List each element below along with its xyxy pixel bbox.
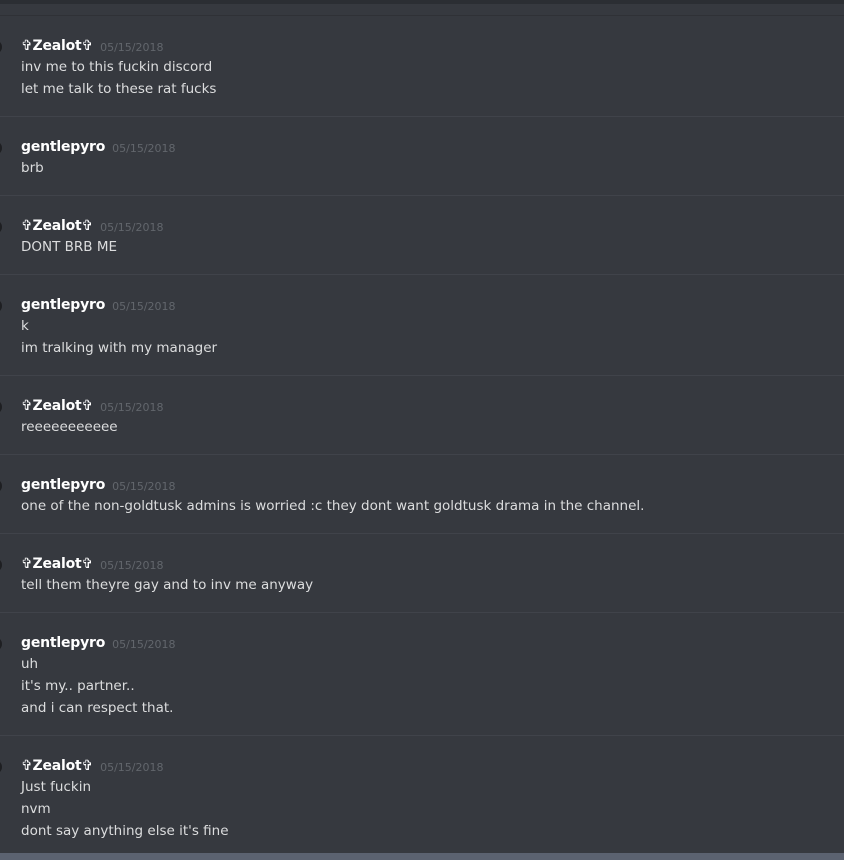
avatar[interactable] xyxy=(0,400,2,414)
timestamp: 05/15/2018 xyxy=(100,220,164,234)
message-group: gentlepyro 05/15/2018 one of the non-gol… xyxy=(0,455,844,534)
username[interactable]: ✞Zealot✞ xyxy=(21,398,93,414)
message-group: ✞Zealot✞ 05/15/2018 inv me to this fucki… xyxy=(0,16,844,117)
message-header: ✞Zealot✞ 05/15/2018 xyxy=(21,756,844,776)
avatar[interactable] xyxy=(0,558,2,572)
top-divider xyxy=(0,0,844,16)
message-group: ✞Zealot✞ 05/15/2018 DONT BRB ME xyxy=(0,196,844,275)
message-header: gentlepyro 05/15/2018 xyxy=(21,475,844,495)
message-header: gentlepyro 05/15/2018 xyxy=(21,633,844,653)
message-header: ✞Zealot✞ 05/15/2018 xyxy=(21,36,844,56)
avatar[interactable] xyxy=(0,760,2,774)
timestamp: 05/15/2018 xyxy=(112,141,176,155)
message-header: gentlepyro 05/15/2018 xyxy=(21,137,844,157)
message-text: DONT BRB ME xyxy=(21,239,118,255)
message-text: tell them theyre gay and to inv me anywa… xyxy=(21,577,314,593)
message-text: Just fuckin xyxy=(21,779,92,795)
message-text: k xyxy=(21,318,29,334)
username[interactable]: ✞Zealot✞ xyxy=(21,218,93,234)
message-text: inv me to this fuckin discord xyxy=(21,59,213,75)
username[interactable]: ✞Zealot✞ xyxy=(21,758,93,774)
message-group: ✞Zealot✞ 05/15/2018 reeeeeeeeeee xyxy=(0,376,844,455)
message-header: ✞Zealot✞ 05/15/2018 xyxy=(21,216,844,236)
message-text: nvm xyxy=(21,801,51,817)
avatar[interactable] xyxy=(0,637,2,651)
message-list[interactable]: ✞Zealot✞ 05/15/2018 inv me to this fucki… xyxy=(0,16,844,854)
avatar[interactable] xyxy=(0,220,2,234)
message-text: one of the non-goldtusk admins is worrie… xyxy=(21,498,645,514)
username[interactable]: ✞Zealot✞ xyxy=(21,556,93,572)
username[interactable]: gentlepyro xyxy=(21,139,105,155)
message-header: gentlepyro 05/15/2018 xyxy=(21,295,844,315)
message-text: let me talk to these rat fucks xyxy=(21,81,217,97)
message-header: ✞Zealot✞ 05/15/2018 xyxy=(21,396,844,416)
avatar[interactable] xyxy=(0,141,2,155)
message-group: ✞Zealot✞ 05/15/2018 Just fuckin nvm dont… xyxy=(0,736,844,854)
message-group: gentlepyro 05/15/2018 brb xyxy=(0,117,844,196)
timestamp: 05/15/2018 xyxy=(112,637,176,651)
timestamp: 05/15/2018 xyxy=(112,479,176,493)
message-text: uh xyxy=(21,656,39,672)
timestamp: 05/15/2018 xyxy=(100,760,164,774)
message-text: it's my.. partner.. xyxy=(21,678,135,694)
message-header: ✞Zealot✞ 05/15/2018 xyxy=(21,554,844,574)
message-group: gentlepyro 05/15/2018 k im tralking with… xyxy=(0,275,844,376)
username[interactable]: gentlepyro xyxy=(21,477,105,493)
message-text: dont say anything else it's fine xyxy=(21,823,229,839)
timestamp: 05/15/2018 xyxy=(100,400,164,414)
username[interactable]: ✞Zealot✞ xyxy=(21,38,93,54)
timestamp: 05/15/2018 xyxy=(100,40,164,54)
avatar[interactable] xyxy=(0,479,2,493)
avatar[interactable] xyxy=(0,299,2,313)
message-group: ✞Zealot✞ 05/15/2018 tell them theyre gay… xyxy=(0,534,844,613)
message-text: reeeeeeeeeee xyxy=(21,419,118,435)
timestamp: 05/15/2018 xyxy=(112,299,176,313)
username[interactable]: gentlepyro xyxy=(21,297,105,313)
message-text: brb xyxy=(21,160,44,176)
bottom-divider xyxy=(0,853,844,860)
username[interactable]: gentlepyro xyxy=(21,635,105,651)
timestamp: 05/15/2018 xyxy=(100,558,164,572)
message-text: im tralking with my manager xyxy=(21,340,218,356)
avatar[interactable] xyxy=(0,40,2,54)
message-group: gentlepyro 05/15/2018 uh it's my.. partn… xyxy=(0,613,844,736)
message-text: and i can respect that. xyxy=(21,700,174,716)
